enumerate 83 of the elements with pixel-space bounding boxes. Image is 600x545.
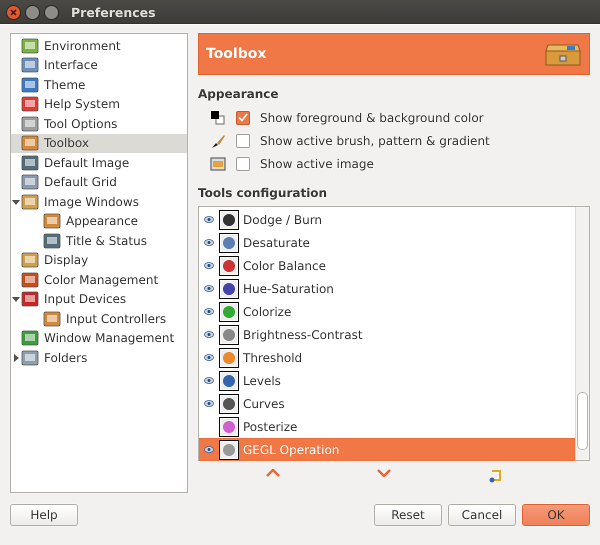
item-icon xyxy=(21,96,39,112)
option-icon xyxy=(210,133,226,150)
cancel-button[interactable]: Cancel xyxy=(448,504,516,526)
page-title: Toolbox xyxy=(206,46,266,62)
tool-icon xyxy=(219,210,239,230)
section-heading: Tools configuration xyxy=(198,186,328,200)
tool-row[interactable]: Hue-Saturation xyxy=(199,277,575,300)
item-icon xyxy=(21,194,39,210)
checkbox-label: Show foreground & background color xyxy=(260,110,484,125)
sidebar-item[interactable]: Help System xyxy=(11,94,187,114)
checkbox[interactable] xyxy=(236,157,250,172)
option-icon xyxy=(210,110,226,126)
sidebar-item[interactable]: Environment xyxy=(11,36,187,56)
tool-row[interactable]: Curves xyxy=(199,392,575,416)
sidebar-item[interactable]: Interface xyxy=(11,56,187,75)
sidebar-item[interactable]: Title & Status xyxy=(11,231,187,250)
sidebar-item[interactable]: Theme xyxy=(11,75,187,94)
ok-button[interactable]: OK xyxy=(522,504,590,526)
sidebar-item[interactable]: Color Management xyxy=(11,270,187,290)
sidebar-item[interactable]: Default Image xyxy=(11,153,187,172)
tool-icon xyxy=(219,232,239,253)
help-button[interactable]: Help xyxy=(10,504,78,526)
tool-icon xyxy=(219,348,239,368)
tool-row[interactable]: Colorize xyxy=(199,300,575,324)
tool-row[interactable]: Desaturate xyxy=(199,231,575,254)
close-button[interactable] xyxy=(6,4,21,20)
tool-icon xyxy=(219,394,239,414)
item-icon xyxy=(43,213,61,230)
checkbox[interactable] xyxy=(236,110,250,125)
close-icon xyxy=(10,8,17,16)
reset-button[interactable]: Reset xyxy=(374,504,442,526)
item-icon xyxy=(21,57,39,74)
tool-icon xyxy=(219,302,239,322)
scrollbar[interactable] xyxy=(575,207,589,460)
item-icon xyxy=(21,252,39,268)
sidebar-item[interactable]: Input Controllers xyxy=(11,309,187,328)
sidebar-item[interactable]: Display xyxy=(11,250,187,270)
tool-icon xyxy=(219,324,239,345)
item-icon xyxy=(21,38,39,54)
item-icon xyxy=(21,154,39,171)
item-icon xyxy=(21,350,39,366)
item-icon xyxy=(21,76,39,93)
sidebar-item[interactable]: Toolbox xyxy=(11,134,187,153)
item-icon xyxy=(21,272,39,288)
section-heading: Appearance xyxy=(198,87,280,102)
tool-icon xyxy=(219,440,239,460)
tool-icon xyxy=(219,256,239,276)
sidebar-item[interactable]: Input Devices xyxy=(11,290,187,309)
checkbox[interactable] xyxy=(236,134,250,148)
maximize-button[interactable] xyxy=(44,4,59,20)
sidebar-item[interactable]: Window Management xyxy=(11,328,187,348)
tool-icon xyxy=(219,370,239,391)
tool-row[interactable]: Color Balance xyxy=(199,254,575,278)
tool-row[interactable]: Posterize xyxy=(199,415,575,438)
item-icon xyxy=(43,232,61,249)
window-title: Preferences xyxy=(71,4,156,20)
collapse-arrow-icon[interactable] xyxy=(12,295,20,304)
minimize-button[interactable] xyxy=(25,4,40,20)
item-icon xyxy=(21,116,39,132)
tool-row[interactable]: Levels xyxy=(199,369,575,392)
item-icon xyxy=(21,291,39,308)
reset-icon xyxy=(488,469,502,484)
tool-row[interactable]: Brightness-Contrast xyxy=(199,323,575,346)
option-icon xyxy=(210,156,226,172)
expand-arrow-icon[interactable] xyxy=(12,354,20,362)
sidebar-item[interactable]: Image Windows xyxy=(11,192,187,212)
sidebar-item[interactable]: Tool Options xyxy=(11,114,187,134)
chevron-down-icon xyxy=(376,469,391,478)
item-icon xyxy=(43,310,61,327)
collapse-arrow-icon[interactable] xyxy=(12,198,20,206)
chevron-up-icon xyxy=(266,469,280,478)
sidebar-item[interactable]: Folders xyxy=(11,348,187,368)
item-icon xyxy=(21,174,39,190)
tool-icon xyxy=(219,278,239,299)
checkbox-label: Show active image xyxy=(260,157,374,172)
item-icon xyxy=(21,330,39,346)
checkbox-label: Show active brush, pattern & gradient xyxy=(260,134,490,148)
tool-row[interactable]: Dodge / Burn xyxy=(199,208,575,232)
sidebar-item[interactable]: Default Grid xyxy=(11,172,187,192)
sidebar-item[interactable]: Appearance xyxy=(11,212,187,231)
tool-row[interactable]: Threshold xyxy=(199,346,575,370)
tool-icon xyxy=(219,416,239,437)
item-icon xyxy=(21,135,39,152)
